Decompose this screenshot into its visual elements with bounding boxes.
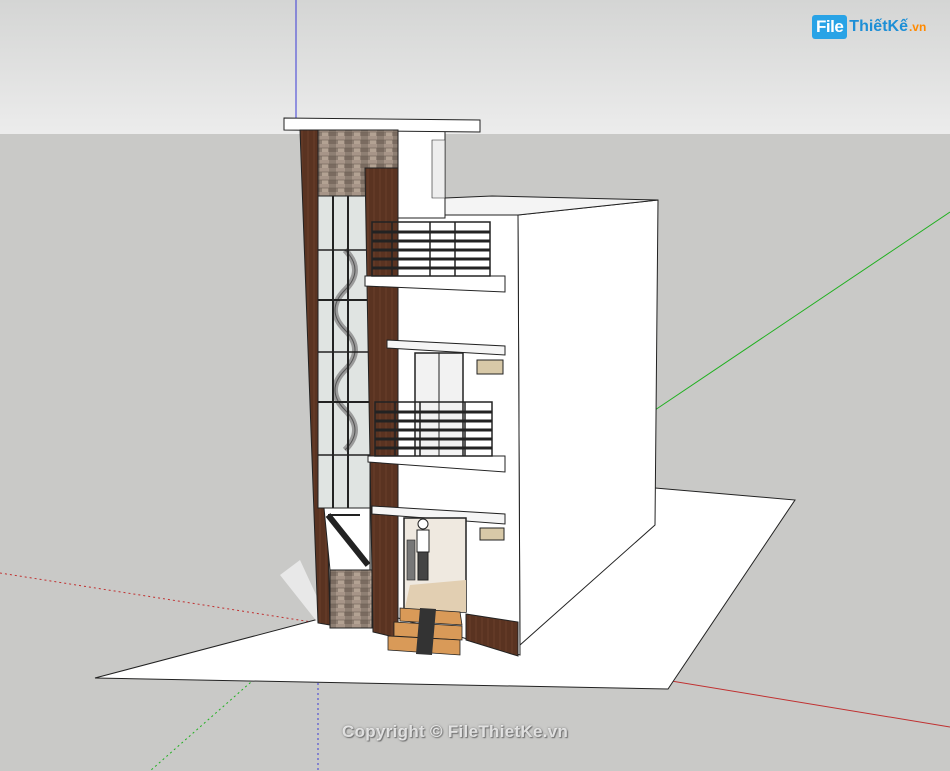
upper-block-side [431,139,446,199]
filethietke-logo: File ThiếtKế .vn [812,12,926,42]
sketchup-3d-viewport[interactable] [0,0,950,771]
stone-cladding-bottom [329,569,373,629]
copyright-watermark: Copyright © FileThietKe.vn [342,722,569,741]
logo-text: ThiếtKế [849,18,908,35]
upper-small-window [476,359,504,375]
logo-suffix: .vn [908,20,927,34]
lower-small-window [479,527,505,541]
logo-box: File [812,15,848,39]
sky [0,0,950,134]
